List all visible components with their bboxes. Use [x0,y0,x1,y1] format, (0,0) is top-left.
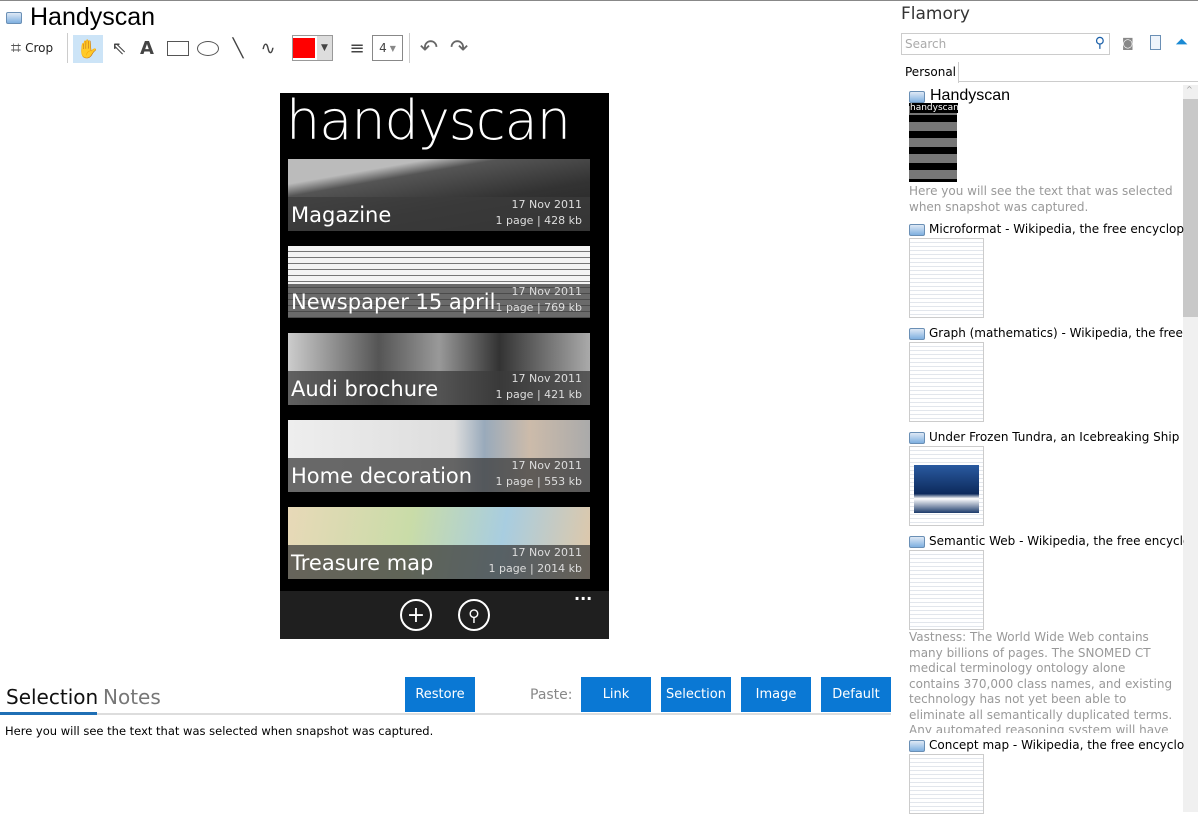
line-tool[interactable]: ╲ [226,35,250,61]
tab-selection[interactable]: Selection [6,685,98,709]
line-width-icon: ≡ [349,37,365,59]
entry-thumbnail[interactable] [909,446,984,526]
scrollbar[interactable]: ^ [1183,85,1198,812]
collapse-icon[interactable]: ⏶ [1175,34,1188,50]
current-text: Here you will see the text that was sele… [909,184,1173,214]
list-item: Home decoration 17 Nov 2011 1 page | 553 k… [288,420,590,492]
app-icon [6,12,22,24]
ellipse-tool[interactable] [196,35,220,61]
entry-title[interactable]: Microformat - Wikipedia, the free encycl… [929,222,1184,236]
paste-image-button[interactable]: Image [741,677,811,712]
entry-text: Vastness: The World Wide Web contains ma… [909,630,1173,733]
redo-button[interactable]: ↷ [446,35,472,61]
list-item: Newspaper 15 april 17 Nov 2011 1 page | 76… [288,246,590,318]
restore-button[interactable]: Restore [405,677,475,712]
camera-icon[interactable]: ◙ [1122,36,1134,50]
pointer-tool[interactable]: ⇖ [108,35,130,61]
entry-thumbnail[interactable] [909,342,984,422]
paste-default-button[interactable]: Default [821,677,891,712]
paste-selection-button[interactable]: Selection [661,677,731,712]
list-item: Magazine 17 Nov 2011 1 page | 428 kb [288,159,590,231]
current-thumbnail[interactable]: handyscan [909,103,959,182]
phone-header: handyscan [286,93,571,152]
list-item: Audi brochure 17 Nov 2011 1 page | 421 kb [288,333,590,405]
entry-thumbnail[interactable] [909,754,984,814]
selection-text: Here you will see the text that was sele… [5,724,434,738]
entry-title[interactable]: Under Frozen Tundra, an Icebreaking Ship… [929,430,1184,444]
entry-title[interactable]: Semantic Web - Wikipedia, the free encyc… [929,534,1184,548]
divider [409,33,410,63]
crop-icon: ⌗ [10,37,22,59]
rectangle-tool[interactable] [166,35,190,61]
flamory-sidebar: Flamory Search ⚲ ◙ ⏶ Personal ^ Handysca… [895,1,1198,814]
tab-personal[interactable]: Personal [899,62,959,83]
search-icon: ⚲ [458,599,490,631]
tab-notes[interactable]: Notes [103,685,161,709]
entry-thumbnail[interactable] [909,238,984,318]
snapshot-image: handyscan Magazine 17 Nov 2011 1 page | 42… [280,93,609,639]
document-icon[interactable] [1150,35,1161,50]
add-icon: + [400,599,432,631]
entry-title[interactable]: Graph (mathematics) - Wikipedia, the fre… [929,326,1184,340]
entry-title[interactable]: Concept map - Wikipedia, the free encycl… [929,738,1184,752]
more-icon: ... [574,585,593,604]
text-tool[interactable]: A [136,35,158,61]
search-input[interactable]: Search ⚲ [901,33,1110,55]
list-item: Treasure map 17 Nov 2011 1 page | 2014 kb [288,507,590,579]
crop-button[interactable]: ⌗ Crop [6,35,58,61]
window-title: Handyscan [30,3,156,31]
divider [67,33,68,63]
color-picker[interactable]: ▼ [292,35,333,61]
undo-button[interactable]: ↶ [416,35,442,61]
hand-tool[interactable]: ✋ [73,35,103,63]
entry-thumbnail[interactable] [909,550,984,630]
chevron-down-icon: ▼ [317,36,332,60]
sidebar-title: Flamory [901,4,970,24]
color-swatch [293,38,315,58]
line-width-select[interactable]: 4 ▼ [372,35,403,61]
freehand-tool[interactable]: ∿ [256,35,280,61]
paste-label: Paste: [530,687,573,703]
paste-link-button[interactable]: Link [581,677,651,712]
search-icon[interactable]: ⚲ [1095,35,1105,51]
